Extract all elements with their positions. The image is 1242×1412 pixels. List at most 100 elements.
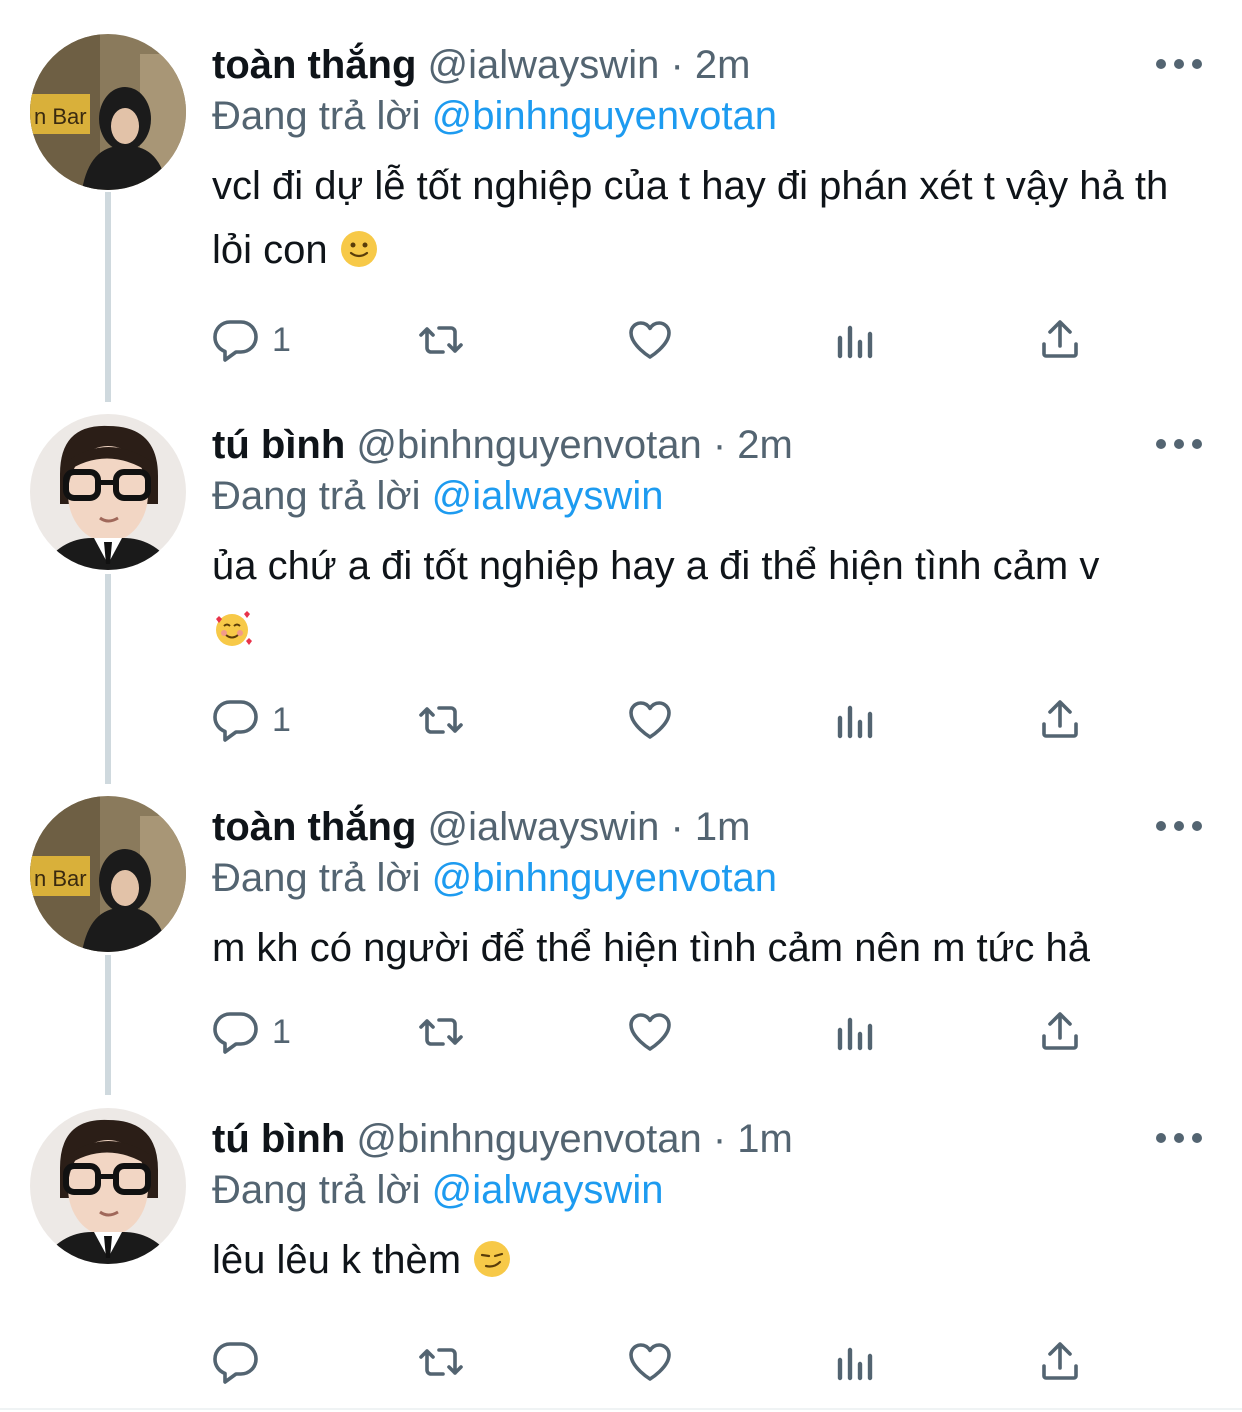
tweet[interactable]: tú bình @binhnguyenvotan · 2m Đang trả l… <box>0 414 1242 774</box>
user-handle[interactable]: @binhnguyenvotan <box>356 423 701 467</box>
like-button[interactable] <box>626 310 674 370</box>
separator-dot: · <box>670 43 684 87</box>
retweet-icon <box>417 696 465 744</box>
replying-to: Đang trả lời @binhnguyenvotan <box>212 852 777 904</box>
reply-button[interactable] <box>212 1332 272 1392</box>
share-icon <box>1036 1338 1084 1386</box>
timestamp[interactable]: 1m <box>695 805 751 849</box>
separator-dot: · <box>712 423 727 467</box>
hooded-person-avatar[interactable] <box>30 796 186 952</box>
more-icon[interactable] <box>1156 56 1202 72</box>
replying-to: Đang trả lời @ialwayswin <box>212 1164 663 1216</box>
tweet-actions: 1 <box>212 690 1112 750</box>
display-name[interactable]: tú bình <box>212 423 345 467</box>
replying-label: Đang trả lời <box>212 856 421 900</box>
reply-icon <box>212 1008 260 1056</box>
smiling-face-with-hearts-icon <box>212 609 252 649</box>
heart-icon <box>626 1008 674 1056</box>
display-name[interactable]: toàn thắng <box>212 43 416 87</box>
heart-icon <box>626 1338 674 1386</box>
separator-dot: · <box>712 1117 727 1161</box>
hooded-person-avatar[interactable] <box>30 34 186 190</box>
share-icon <box>1036 1008 1084 1056</box>
share-icon <box>1036 696 1084 744</box>
reply-icon <box>212 316 260 364</box>
more-icon[interactable] <box>1156 436 1202 452</box>
replying-label: Đang trả lời <box>212 474 421 518</box>
display-name[interactable]: tú bình <box>212 1117 345 1161</box>
retweet-button[interactable] <box>417 1002 465 1062</box>
like-button[interactable] <box>626 1332 674 1392</box>
views-icon <box>832 696 880 744</box>
timestamp[interactable]: 2m <box>737 423 793 467</box>
tweet-body: lêu lêu k thèm <box>212 1238 462 1282</box>
replying-label: Đang trả lời <box>212 94 421 138</box>
reply-button[interactable]: 1 <box>212 1002 291 1062</box>
views-button[interactable] <box>832 690 880 750</box>
tweet[interactable]: tú bình @binhnguyenvotan · 1m Đang trả l… <box>0 1108 1242 1408</box>
more-icon[interactable] <box>1156 1130 1202 1146</box>
tweet-body: m kh có người để thể hiện tình cảm nên m… <box>212 926 1091 970</box>
retweet-icon <box>417 1008 465 1056</box>
views-button[interactable] <box>832 310 880 370</box>
mention-link[interactable]: @binhnguyenvotan <box>432 94 777 138</box>
views-button[interactable] <box>832 1332 880 1392</box>
views-button[interactable] <box>832 1002 880 1062</box>
tweet-text: vcl đi dự lễ tốt nghiệp của t hay đi phá… <box>212 154 1212 282</box>
tweet-header: tú bình @binhnguyenvotan · 2m <box>212 420 793 470</box>
tweet-header: toàn thắng @ialwayswin · 1m <box>212 802 750 852</box>
views-icon <box>832 1338 880 1386</box>
views-icon <box>832 316 880 364</box>
mention-link[interactable]: @ialwayswin <box>432 474 664 518</box>
glasses-person-avatar[interactable] <box>30 1108 186 1264</box>
display-name[interactable]: toàn thắng <box>212 805 416 849</box>
glasses-person-avatar[interactable] <box>30 414 186 570</box>
retweet-button[interactable] <box>417 1332 465 1392</box>
tweet-body: ủa chứ a đi tốt nghiệp hay a đi thể hiện… <box>212 544 1100 588</box>
timestamp[interactable]: 2m <box>695 43 751 87</box>
heart-icon <box>626 696 674 744</box>
reply-count: 1 <box>272 700 291 739</box>
share-button[interactable] <box>1036 1332 1084 1392</box>
replying-to: Đang trả lời @ialwayswin <box>212 470 663 522</box>
reply-button[interactable]: 1 <box>212 310 291 370</box>
tweet-actions: 1 <box>212 1002 1112 1062</box>
reply-icon <box>212 696 260 744</box>
tweet-actions <box>212 1332 1112 1392</box>
retweet-icon <box>417 1338 465 1386</box>
tweet[interactable]: toàn thắng @ialwayswin · 2m Đang trả lời… <box>0 34 1242 394</box>
reply-button[interactable]: 1 <box>212 690 291 750</box>
views-icon <box>832 1008 880 1056</box>
share-button[interactable] <box>1036 690 1084 750</box>
share-button[interactable] <box>1036 310 1084 370</box>
tweet[interactable]: toàn thắng @ialwayswin · 1m Đang trả lời… <box>0 796 1242 1086</box>
reply-icon <box>212 1338 260 1386</box>
mention-link[interactable]: @binhnguyenvotan <box>432 856 777 900</box>
like-button[interactable] <box>626 690 674 750</box>
tweet-actions: 1 <box>212 310 1112 370</box>
mention-link[interactable]: @ialwayswin <box>432 1168 664 1212</box>
user-handle[interactable]: @binhnguyenvotan <box>356 1117 701 1161</box>
reply-count: 1 <box>272 320 291 359</box>
retweet-button[interactable] <box>417 310 465 370</box>
replying-label: Đang trả lời <box>212 1168 421 1212</box>
share-icon <box>1036 316 1084 364</box>
reply-count: 1 <box>272 1012 291 1051</box>
timestamp[interactable]: 1m <box>737 1117 793 1161</box>
retweet-button[interactable] <box>417 690 465 750</box>
tweet-header: toàn thắng @ialwayswin · 2m <box>212 40 750 90</box>
user-handle[interactable]: @ialwayswin <box>428 43 660 87</box>
smirking-face-icon <box>472 1239 512 1279</box>
user-handle[interactable]: @ialwayswin <box>428 805 660 849</box>
replying-to: Đang trả lời @binhnguyenvotan <box>212 90 777 142</box>
share-button[interactable] <box>1036 1002 1084 1062</box>
more-icon[interactable] <box>1156 818 1202 834</box>
tweet-text: ủa chứ a đi tốt nghiệp hay a đi thể hiện… <box>212 534 1212 662</box>
heart-icon <box>626 316 674 364</box>
tweet-text: m kh có người để thể hiện tình cảm nên m… <box>212 916 1212 980</box>
tweet-header: tú bình @binhnguyenvotan · 1m <box>212 1114 793 1164</box>
retweet-icon <box>417 316 465 364</box>
like-button[interactable] <box>626 1002 674 1062</box>
bottom-divider <box>0 1408 1242 1410</box>
tweet-text: lêu lêu k thèm <box>212 1228 1212 1292</box>
